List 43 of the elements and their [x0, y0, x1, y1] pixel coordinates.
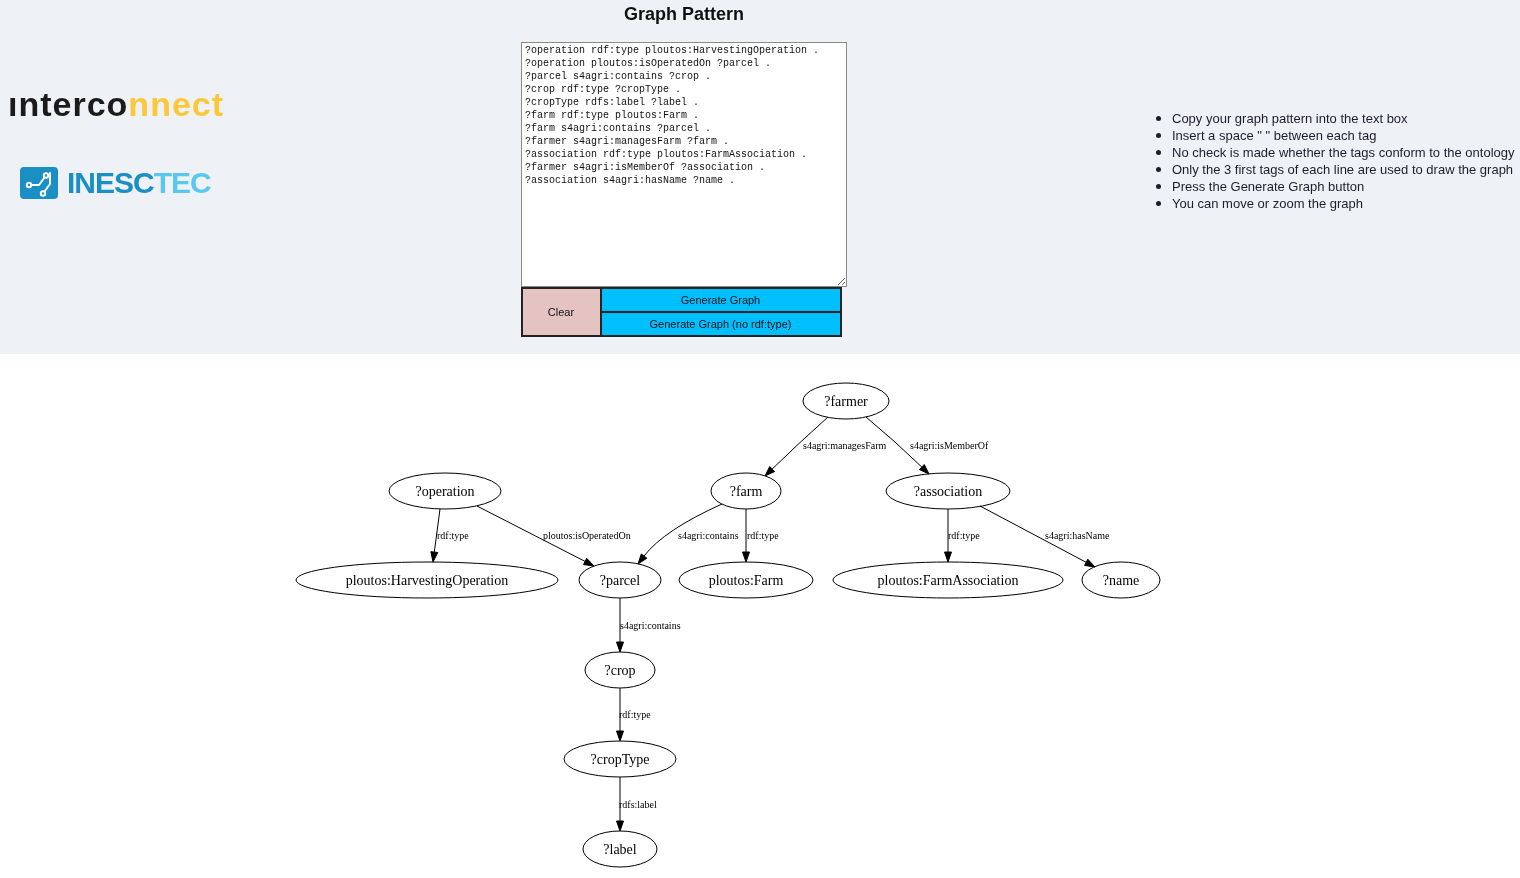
edge-label: ploutos:isOperatedOn — [543, 530, 631, 541]
graph-node: ?cropType — [563, 740, 677, 778]
bullet-icon — [1156, 167, 1161, 172]
edge-label: s4agri:contains — [620, 620, 681, 631]
logo-wordmark: INESCTEC — [67, 167, 211, 199]
edge-label: s4agri:hasName — [1045, 530, 1110, 541]
generate-graph-button[interactable]: Generate Graph (no rdf:type) — [600, 312, 841, 336]
instruction-text: You can move or zoom the graph — [1172, 195, 1364, 212]
graph-pattern-field[interactable]: ?operation rdf:type ploutos:HarvestingOperation . ?operation ploutos:isOperatedOn ?parcel . ?parcel s4agri:contains ?crop . ?crop rdf:type ?cropType . ?cropType rdfs:label ?label . ?farm rdf:type ploutos:Farm . ?farm s4agri:contains ?parcel . ?farmer s4agri:managesFarm ?farm . ?association rdf:type ploutos:FarmAssociation . ?farmer s4agri:isMemberOf ?association . ?association s4agri:hasName ?name . — [521, 42, 847, 287]
graph-node: ?crop — [584, 651, 656, 689]
logo-wordmark: ınterconnect — [8, 87, 225, 121]
bullet-icon — [1156, 116, 1161, 121]
edge-label: rdf:type — [619, 709, 651, 720]
graph-node: ?operation — [388, 472, 502, 510]
circuit-icon — [20, 167, 58, 199]
graph-node: ?farm — [710, 472, 782, 510]
instruction-text: Insert a space " " between each tag — [1172, 127, 1377, 144]
graph-node: ?name — [1081, 561, 1161, 599]
edge-label: rdf:type — [948, 530, 980, 541]
edge-label: rdf:type — [747, 530, 779, 541]
graph-node: ?association — [885, 472, 1011, 510]
bullet-icon — [1156, 150, 1161, 155]
generate-graph-button[interactable]: Generate Graph — [600, 288, 841, 312]
edge-label: s4agri:contains — [678, 530, 739, 541]
graph-node: ?parcel — [578, 561, 662, 599]
instruction-text: Press the Generate Graph button — [1172, 178, 1365, 195]
edge-label: rdf:type — [437, 530, 469, 541]
graph-node: ?farmer — [802, 382, 890, 420]
bullet-icon — [1156, 133, 1161, 138]
graph-node: ploutos:FarmAssociation — [832, 561, 1064, 599]
instruction-text: Copy your graph pattern into the text box — [1172, 110, 1408, 127]
edge-label: s4agri:managesFarm — [803, 440, 887, 451]
instruction-text: Only the 3 first tags of each line are used to draw the graph — [1172, 161, 1514, 178]
bullet-icon — [1156, 184, 1161, 189]
graph-node: ploutos:HarvestingOperation — [295, 561, 559, 599]
instruction-text: No check is made whether the tags conform to the ontology — [1172, 144, 1515, 161]
page-title: Graph Pattern — [624, 3, 744, 25]
bullet-icon — [1156, 201, 1161, 206]
edge-label: rdfs:label — [619, 799, 657, 810]
clear-button[interactable]: Clear — [521, 288, 601, 336]
graph-node: ploutos:Farm — [678, 561, 814, 599]
edge-label: s4agri:isMemberOf — [910, 440, 989, 451]
graph-node: ?label — [582, 830, 658, 868]
